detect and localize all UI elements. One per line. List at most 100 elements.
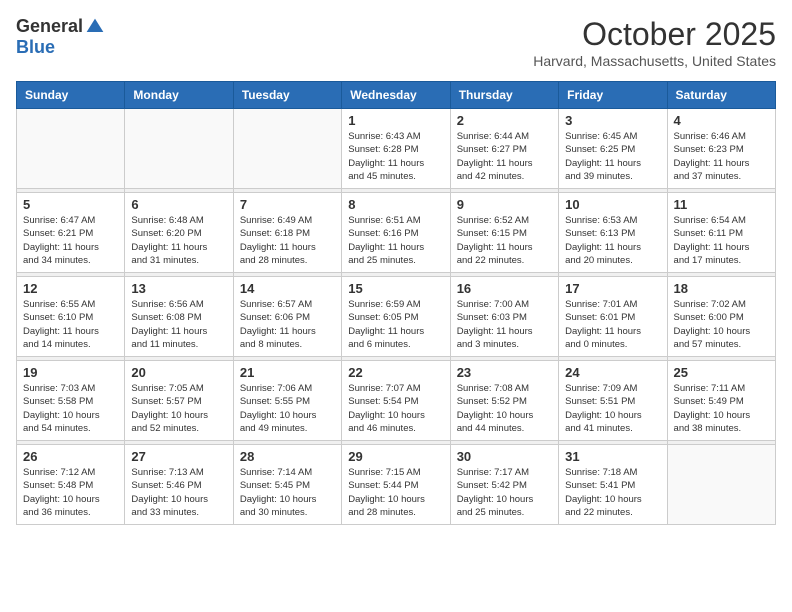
- calendar-day-cell: 1Sunrise: 6:43 AM Sunset: 6:28 PM Daylig…: [342, 109, 450, 189]
- day-number: 26: [23, 449, 118, 464]
- day-info: Sunrise: 6:59 AM Sunset: 6:05 PM Dayligh…: [348, 298, 443, 351]
- day-number: 19: [23, 365, 118, 380]
- weekday-header-monday: Monday: [125, 82, 233, 109]
- calendar-day-cell: 9Sunrise: 6:52 AM Sunset: 6:15 PM Daylig…: [450, 193, 558, 273]
- day-number: 27: [131, 449, 226, 464]
- calendar-day-cell: 17 Sunrise: 7:01 AM Sunset: 6:01 PM Dayli…: [559, 277, 667, 357]
- day-info: Sunrise: 7:12 AM Sunset: 5:48 PM Dayligh…: [23, 466, 118, 519]
- weekday-header-thursday: Thursday: [450, 82, 558, 109]
- day-info: Sunrise: 7:13 AM Sunset: 5:46 PM Dayligh…: [131, 466, 226, 519]
- day-info: Sunrise: 7:02 AM Sunset: 6:00 PM Dayligh…: [674, 298, 769, 351]
- day-info: Sunrise: 6:53 AM Sunset: 6:13 PM Dayligh…: [565, 214, 660, 267]
- calendar-day-cell: 8 Sunrise: 6:51 AM Sunset: 6:16 PM Daylig…: [342, 193, 450, 273]
- calendar-day-cell: 30 Sunrise: 7:17 AM Sunset: 5:42 PM Dayli…: [450, 445, 558, 525]
- day-info: Sunrise: 6:46 AM Sunset: 6:23 PM Dayligh…: [674, 130, 769, 183]
- day-number: 16: [457, 281, 552, 296]
- logo-blue-text: Blue: [16, 37, 55, 58]
- calendar-day-cell: 22 Sunrise: 7:07 AM Sunset: 5:54 PM Dayli…: [342, 361, 450, 441]
- day-info: Sunrise: 7:07 AM Sunset: 5:54 PM Dayligh…: [348, 382, 443, 435]
- calendar-day-cell: [233, 109, 341, 189]
- calendar-day-cell: 29Sunrise: 7:15 AM Sunset: 5:44 PM Dayli…: [342, 445, 450, 525]
- day-info: Sunrise: 7:15 AM Sunset: 5:44 PM Dayligh…: [348, 466, 443, 519]
- weekday-header-tuesday: Tuesday: [233, 82, 341, 109]
- calendar-table: SundayMondayTuesdayWednesdayThursdayFrid…: [16, 81, 776, 525]
- day-info: Sunrise: 6:51 AM Sunset: 6:16 PM Dayligh…: [348, 214, 443, 267]
- day-info: Sunrise: 7:01 AM Sunset: 6:01 PM Dayligh…: [565, 298, 660, 351]
- location-text: Harvard, Massachusetts, United States: [533, 53, 776, 69]
- calendar-day-cell: 3Sunrise: 6:45 AM Sunset: 6:25 PM Daylig…: [559, 109, 667, 189]
- calendar-day-cell: 24 Sunrise: 7:09 AM Sunset: 5:51 PM Dayli…: [559, 361, 667, 441]
- day-info: Sunrise: 6:54 AM Sunset: 6:11 PM Dayligh…: [674, 214, 769, 267]
- day-number: 5: [23, 197, 118, 212]
- day-number: 10: [565, 197, 660, 212]
- day-info: Sunrise: 7:14 AM Sunset: 5:45 PM Dayligh…: [240, 466, 335, 519]
- calendar-day-cell: 10 Sunrise: 6:53 AM Sunset: 6:13 PM Dayli…: [559, 193, 667, 273]
- calendar-day-cell: 11 Sunrise: 6:54 AM Sunset: 6:11 PM Dayli…: [667, 193, 775, 273]
- day-info: Sunrise: 6:44 AM Sunset: 6:27 PM Dayligh…: [457, 130, 552, 183]
- day-number: 21: [240, 365, 335, 380]
- calendar-day-cell: 21 Sunrise: 7:06 AM Sunset: 5:55 PM Dayli…: [233, 361, 341, 441]
- calendar-day-cell: 16 Sunrise: 7:00 AM Sunset: 6:03 PM Dayli…: [450, 277, 558, 357]
- calendar-week-row: 19 Sunrise: 7:03 AM Sunset: 5:58 PM Dayli…: [17, 361, 776, 441]
- calendar-day-cell: 31Sunrise: 7:18 AM Sunset: 5:41 PM Dayli…: [559, 445, 667, 525]
- calendar-day-cell: [667, 445, 775, 525]
- day-info: Sunrise: 7:17 AM Sunset: 5:42 PM Dayligh…: [457, 466, 552, 519]
- month-title: October 2025: [533, 16, 776, 53]
- day-number: 30: [457, 449, 552, 464]
- calendar-day-cell: 28 Sunrise: 7:14 AM Sunset: 5:45 PM Dayli…: [233, 445, 341, 525]
- day-info: Sunrise: 7:00 AM Sunset: 6:03 PM Dayligh…: [457, 298, 552, 351]
- day-info: Sunrise: 7:06 AM Sunset: 5:55 PM Dayligh…: [240, 382, 335, 435]
- calendar-day-cell: 13Sunrise: 6:56 AM Sunset: 6:08 PM Dayli…: [125, 277, 233, 357]
- day-number: 6: [131, 197, 226, 212]
- day-number: 2: [457, 113, 552, 128]
- calendar-week-row: 26 Sunrise: 7:12 AM Sunset: 5:48 PM Dayli…: [17, 445, 776, 525]
- day-number: 31: [565, 449, 660, 464]
- day-number: 3: [565, 113, 660, 128]
- day-number: 22: [348, 365, 443, 380]
- day-number: 18: [674, 281, 769, 296]
- calendar-day-cell: 25 Sunrise: 7:11 AM Sunset: 5:49 PM Dayli…: [667, 361, 775, 441]
- day-info: Sunrise: 6:52 AM Sunset: 6:15 PM Dayligh…: [457, 214, 552, 267]
- day-number: 17: [565, 281, 660, 296]
- day-info: Sunrise: 6:47 AM Sunset: 6:21 PM Dayligh…: [23, 214, 118, 267]
- day-number: 28: [240, 449, 335, 464]
- calendar-week-row: 12Sunrise: 6:55 AM Sunset: 6:10 PM Dayli…: [17, 277, 776, 357]
- calendar-day-cell: 23Sunrise: 7:08 AM Sunset: 5:52 PM Dayli…: [450, 361, 558, 441]
- calendar-week-row: 1Sunrise: 6:43 AM Sunset: 6:28 PM Daylig…: [17, 109, 776, 189]
- day-number: 4: [674, 113, 769, 128]
- day-number: 12: [23, 281, 118, 296]
- weekday-header-wednesday: Wednesday: [342, 82, 450, 109]
- calendar-day-cell: 15 Sunrise: 6:59 AM Sunset: 6:05 PM Dayli…: [342, 277, 450, 357]
- calendar-day-cell: 5 Sunrise: 6:47 AM Sunset: 6:21 PM Daylig…: [17, 193, 125, 273]
- day-number: 24: [565, 365, 660, 380]
- day-info: Sunrise: 7:11 AM Sunset: 5:49 PM Dayligh…: [674, 382, 769, 435]
- calendar-day-cell: 19 Sunrise: 7:03 AM Sunset: 5:58 PM Dayli…: [17, 361, 125, 441]
- calendar-day-cell: 18 Sunrise: 7:02 AM Sunset: 6:00 PM Dayli…: [667, 277, 775, 357]
- weekday-header-friday: Friday: [559, 82, 667, 109]
- logo-icon: [85, 17, 105, 37]
- calendar-day-cell: 26 Sunrise: 7:12 AM Sunset: 5:48 PM Dayli…: [17, 445, 125, 525]
- weekday-header-saturday: Saturday: [667, 82, 775, 109]
- day-number: 11: [674, 197, 769, 212]
- calendar-day-cell: 6Sunrise: 6:48 AM Sunset: 6:20 PM Daylig…: [125, 193, 233, 273]
- calendar-week-row: 5 Sunrise: 6:47 AM Sunset: 6:21 PM Daylig…: [17, 193, 776, 273]
- title-section: October 2025 Harvard, Massachusetts, Uni…: [533, 16, 776, 69]
- day-number: 8: [348, 197, 443, 212]
- logo-general-text: General: [16, 16, 83, 37]
- day-number: 7: [240, 197, 335, 212]
- day-number: 25: [674, 365, 769, 380]
- calendar-day-cell: 4 Sunrise: 6:46 AM Sunset: 6:23 PM Daylig…: [667, 109, 775, 189]
- day-info: Sunrise: 6:57 AM Sunset: 6:06 PM Dayligh…: [240, 298, 335, 351]
- calendar-day-cell: 14 Sunrise: 6:57 AM Sunset: 6:06 PM Dayli…: [233, 277, 341, 357]
- day-number: 15: [348, 281, 443, 296]
- day-number: 20: [131, 365, 226, 380]
- day-number: 14: [240, 281, 335, 296]
- page-header: General Blue October 2025 Harvard, Massa…: [16, 16, 776, 69]
- day-info: Sunrise: 6:49 AM Sunset: 6:18 PM Dayligh…: [240, 214, 335, 267]
- calendar-day-cell: 12Sunrise: 6:55 AM Sunset: 6:10 PM Dayli…: [17, 277, 125, 357]
- day-info: Sunrise: 7:09 AM Sunset: 5:51 PM Dayligh…: [565, 382, 660, 435]
- calendar-day-cell: 20Sunrise: 7:05 AM Sunset: 5:57 PM Dayli…: [125, 361, 233, 441]
- calendar-day-cell: 2 Sunrise: 6:44 AM Sunset: 6:27 PM Daylig…: [450, 109, 558, 189]
- day-info: Sunrise: 7:03 AM Sunset: 5:58 PM Dayligh…: [23, 382, 118, 435]
- day-number: 23: [457, 365, 552, 380]
